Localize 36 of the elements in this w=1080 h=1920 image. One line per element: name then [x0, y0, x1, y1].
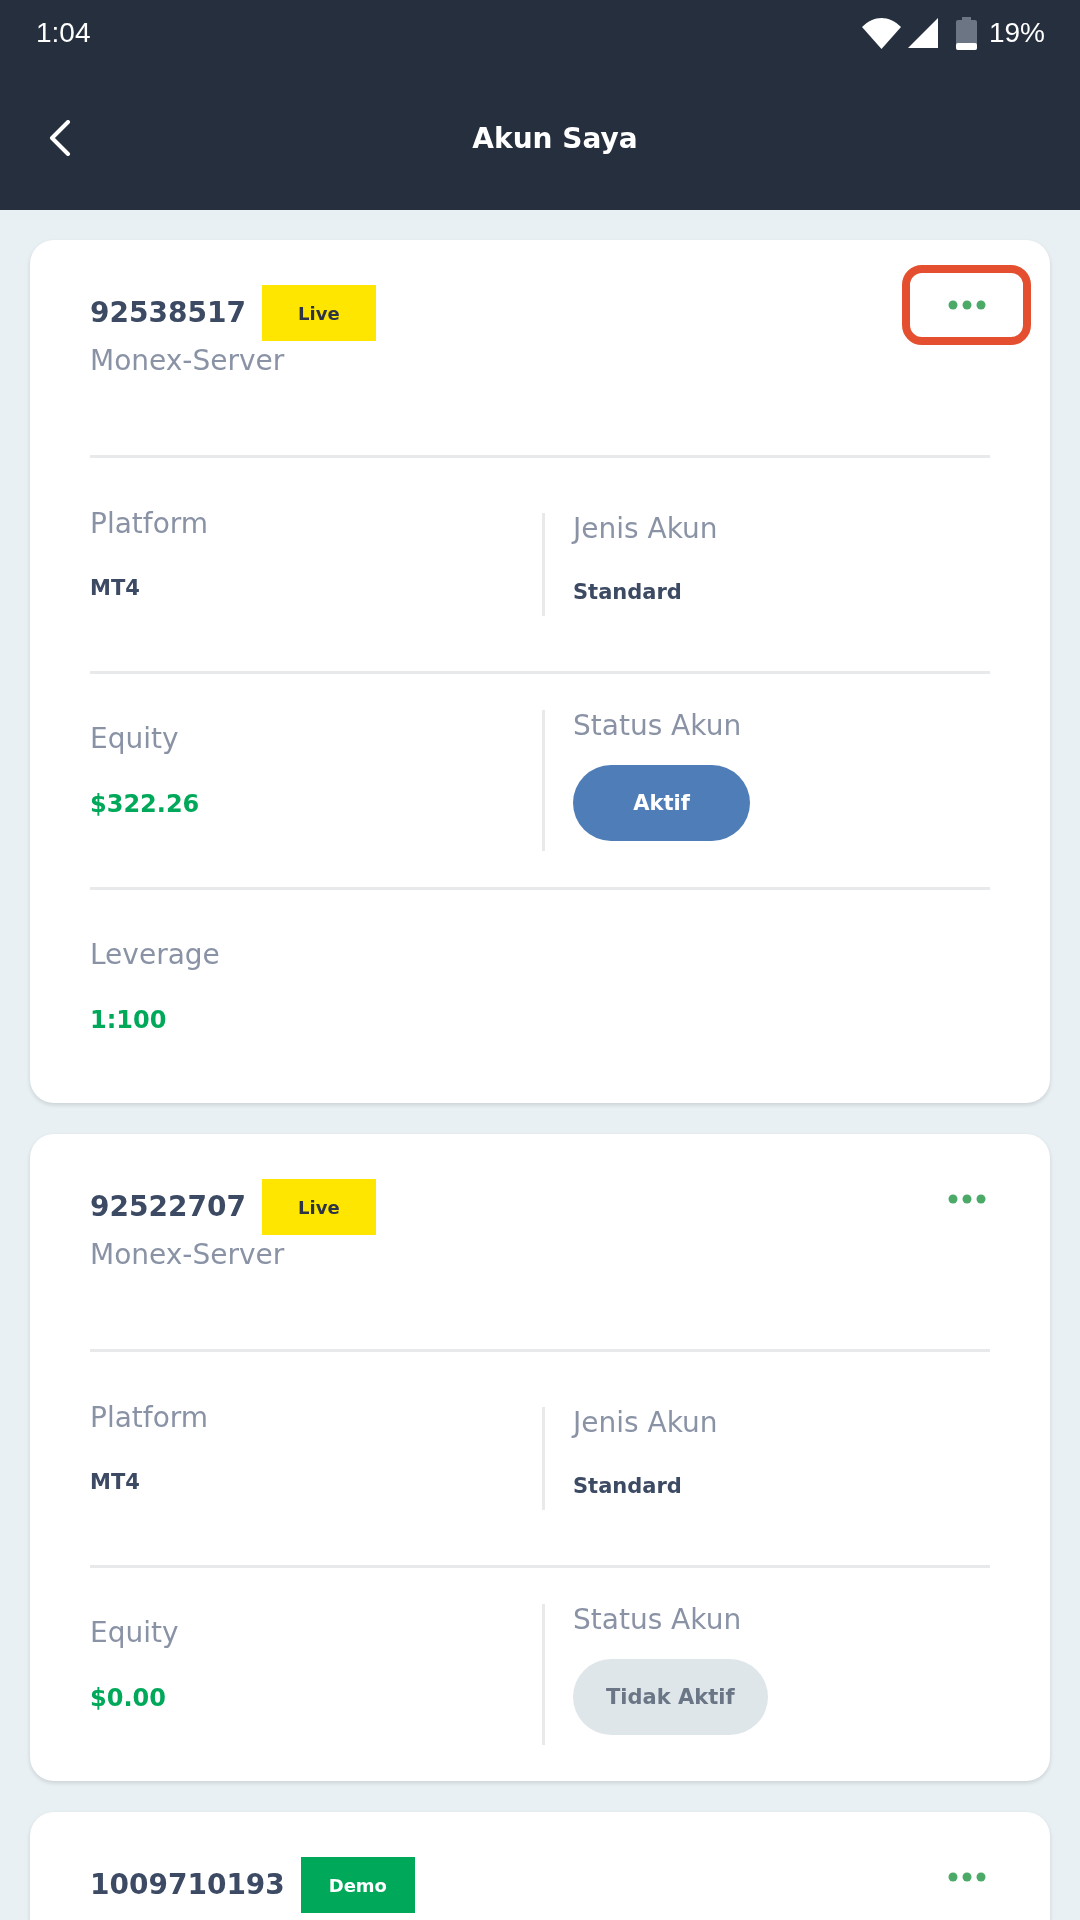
server-name: Monex-Server [90, 344, 286, 378]
account-type-badge: Live [261, 285, 376, 341]
account-number: 92538517 [90, 296, 246, 330]
field-value: MT4 [90, 1468, 140, 1496]
field-label: Jenis Akun [573, 1407, 718, 1439]
field-value: Standard [573, 1473, 682, 1500]
field-value: MT4 [90, 574, 140, 602]
more-icon[interactable] [947, 300, 986, 310]
field-label: Status Akun [573, 1604, 742, 1636]
field-value: $0.00 [90, 1682, 166, 1713]
status-badge: Tidak Aktif [573, 1659, 768, 1735]
field-label: Platform [90, 1401, 209, 1434]
back-icon[interactable] [48, 120, 72, 156]
battery-icon [955, 16, 977, 50]
battery-percent: 19% [988, 17, 1045, 49]
field-label: Equity [90, 1616, 179, 1649]
signal-icon [907, 18, 938, 48]
status-badge: Aktif [573, 765, 750, 841]
field-label: Equity [90, 722, 179, 755]
field-label: Status Akun [573, 710, 742, 742]
field-label: Platform [90, 507, 209, 540]
field-label: Leverage [90, 938, 220, 971]
page-title: Akun Saya [471, 121, 639, 155]
wifi-icon [861, 17, 901, 49]
server-name: Monex-Server [90, 1238, 286, 1272]
field-value: $322.26 [90, 788, 200, 819]
field-value: Standard [573, 579, 682, 606]
more-icon[interactable] [947, 1194, 986, 1204]
more-icon[interactable] [947, 1872, 986, 1882]
field-label: Jenis Akun [573, 513, 718, 545]
account-number: 1009710193 [90, 1868, 285, 1902]
account-type-badge: Demo [300, 1857, 415, 1913]
field-value: 1:100 [90, 1004, 167, 1035]
account-number: 92522707 [90, 1190, 246, 1224]
status-time: 1:04 [36, 17, 91, 49]
account-type-badge: Live [261, 1179, 376, 1235]
